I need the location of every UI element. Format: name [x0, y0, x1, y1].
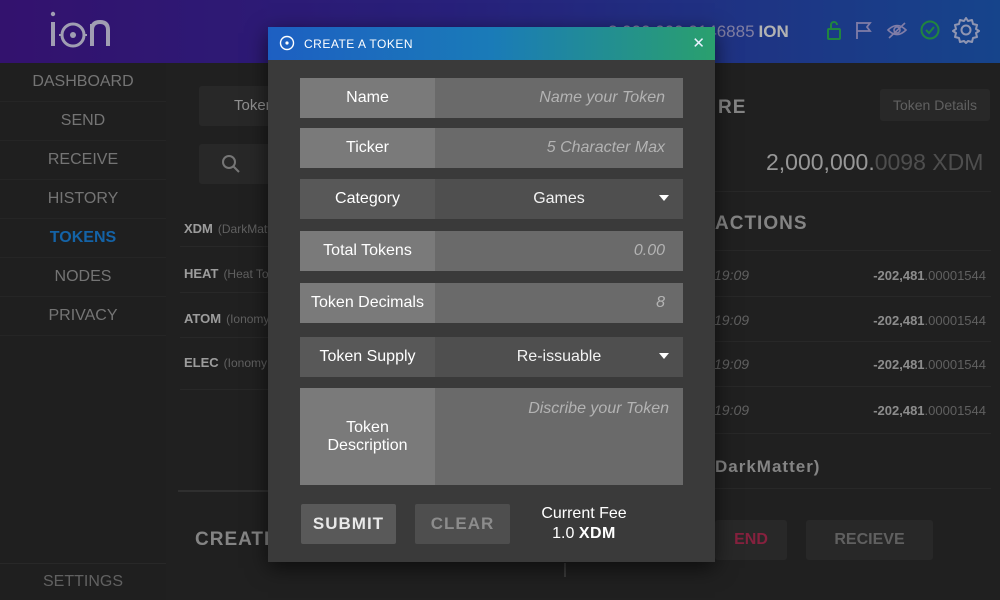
token-decimals-label: Token Decimals [300, 283, 435, 323]
description-field: Token Description Discribe your Token [300, 388, 683, 485]
category-select[interactable]: Games [435, 179, 683, 219]
ticker-label: Ticker [300, 128, 435, 168]
category-field: Category Games [300, 179, 683, 219]
name-input[interactable]: Name your Token [435, 78, 683, 118]
create-token-dialog: CREATE A TOKEN ✕ Name Name your Token Ti… [268, 27, 715, 562]
current-fee: Current Fee 1.0 XDM [534, 504, 634, 544]
dialog-header: CREATE A TOKEN ✕ [268, 27, 715, 60]
fee-label: Current Fee [541, 505, 627, 522]
ticker-field: Ticker 5 Character Max [300, 128, 683, 168]
ticker-input[interactable]: 5 Character Max [435, 128, 683, 168]
token-decimals-field: Token Decimals 8 [300, 283, 683, 323]
fee-value: 1.0 XDM [534, 524, 634, 544]
name-label: Name [300, 78, 435, 118]
description-textarea[interactable]: Discribe your Token [435, 388, 683, 485]
category-label: Category [300, 179, 435, 219]
token-supply-field: Token Supply Re-issuable [300, 337, 683, 377]
description-label-line2: Description [327, 436, 408, 454]
token-supply-value: Re-issuable [516, 348, 602, 365]
fee-amount: 1.0 [552, 525, 575, 542]
description-label-line1: Token [346, 418, 389, 436]
chevron-down-icon [659, 195, 669, 201]
close-icon[interactable]: ✕ [692, 34, 705, 52]
submit-button[interactable]: SUBMIT [301, 504, 396, 544]
total-tokens-label: Total Tokens [300, 231, 435, 271]
token-supply-label: Token Supply [300, 337, 435, 377]
clear-button[interactable]: CLEAR [415, 504, 510, 544]
total-tokens-field: Total Tokens 0.00 [300, 231, 683, 271]
token-supply-select[interactable]: Re-issuable [435, 337, 683, 377]
category-value: Games [533, 190, 585, 207]
chevron-down-icon [659, 353, 669, 359]
fee-currency: XDM [578, 525, 616, 542]
token-decimals-input[interactable]: 8 [435, 283, 683, 323]
total-tokens-input[interactable]: 0.00 [435, 231, 683, 271]
name-field: Name Name your Token [300, 78, 683, 118]
description-label: Token Description [300, 388, 435, 485]
dialog-title: CREATE A TOKEN [304, 37, 414, 51]
ion-coin-icon [279, 35, 295, 56]
